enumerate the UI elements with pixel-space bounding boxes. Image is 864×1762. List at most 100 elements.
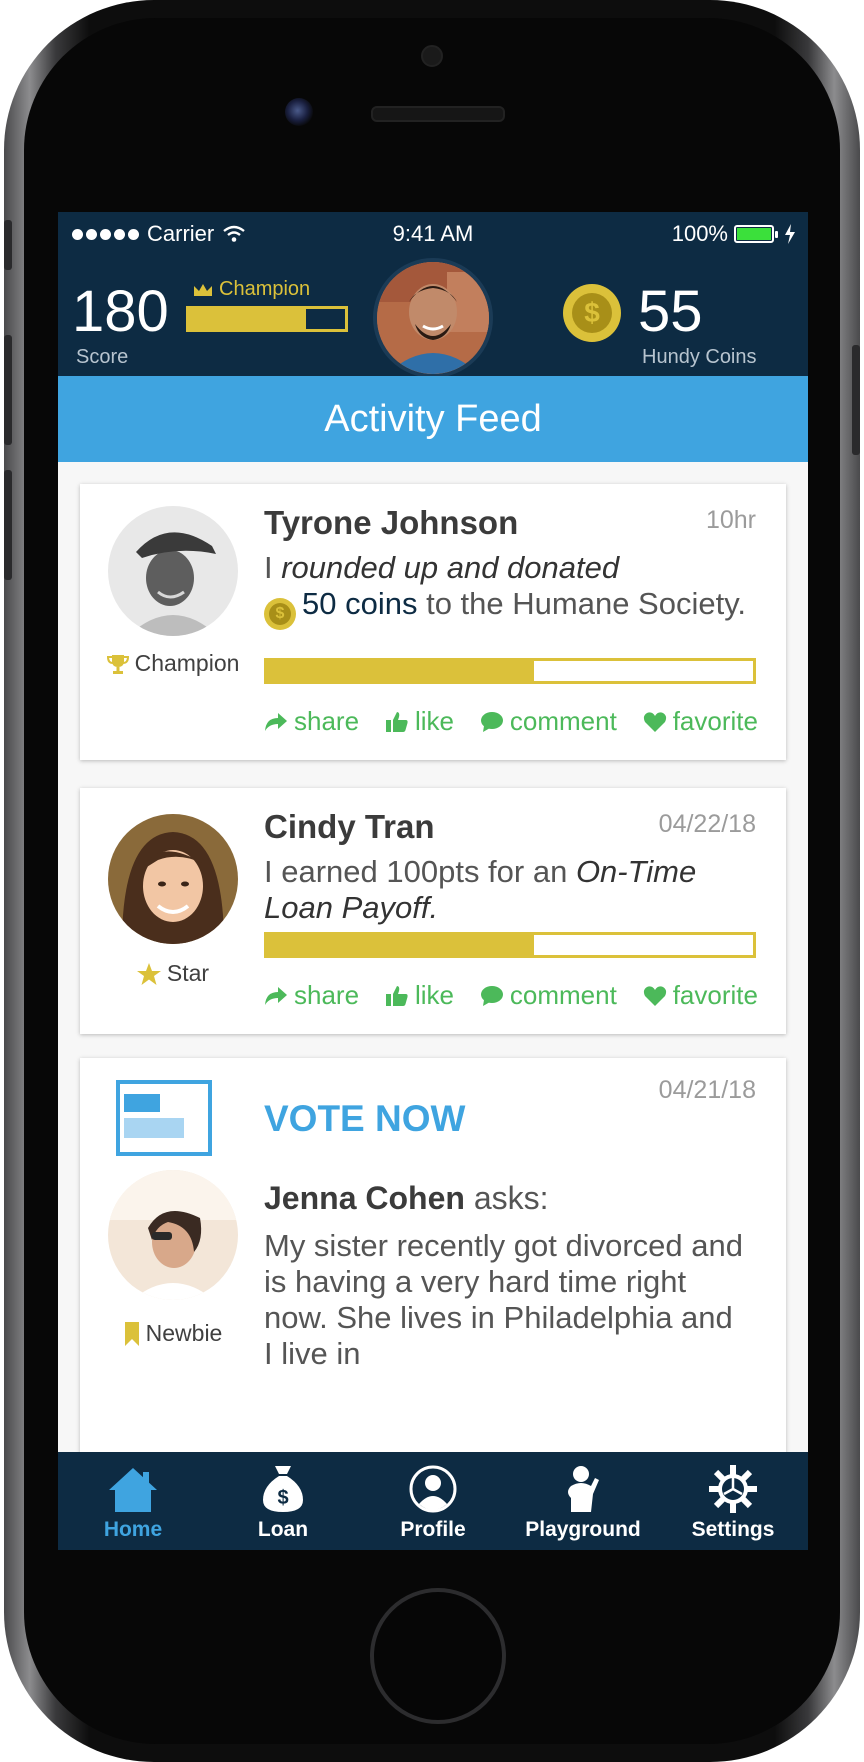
feed-card[interactable]: Star Cindy Tran 04/22/18 I earned 100pts…: [80, 788, 786, 1034]
share-label: share: [294, 706, 360, 736]
feed-avatar-image: [108, 1170, 238, 1300]
battery-percent: 100%: [671, 221, 728, 246]
message-coins: 50 coins: [302, 586, 418, 621]
comment-button[interactable]: comment: [480, 980, 617, 1011]
feed-avatar-image: [108, 814, 238, 944]
badge-label: Star: [166, 960, 210, 986]
user-avatar-image: [377, 262, 489, 374]
home-hardware-button[interactable]: [370, 1588, 506, 1724]
status-bar: Carrier 9:41 AM 100%: [58, 212, 808, 256]
heart-icon: [643, 985, 666, 1006]
thumbs-up-icon: [385, 985, 408, 1006]
rank-progress-fill: [189, 309, 306, 329]
crown-icon: [194, 283, 212, 296]
user-rank-badge: Newbie: [80, 1320, 266, 1347]
score-label: Score: [76, 346, 129, 368]
feed-timestamp: 04/21/18: [658, 1076, 756, 1104]
profile-icon: [409, 1465, 457, 1513]
gear-icon: [709, 1465, 757, 1513]
comment-icon: [480, 985, 503, 1006]
feed-user-name[interactable]: Cindy Tran: [264, 808, 435, 846]
feed-user-name[interactable]: Tyrone Johnson: [264, 504, 518, 542]
tab-settings[interactable]: Settings: [658, 1452, 808, 1550]
coin-icon: $: [264, 598, 296, 630]
charging-bolt-icon: [785, 224, 795, 244]
battery-icon: [734, 225, 778, 243]
mute-switch: [4, 220, 12, 270]
like-button[interactable]: like: [385, 980, 454, 1011]
page-title: Activity Feed: [58, 376, 808, 462]
message-emphasis: rounded up and donated: [281, 550, 620, 585]
volume-down-button: [4, 470, 12, 580]
vote-card[interactable]: VOTE NOW 04/21/18 Newbie Jenna Cohen ask…: [80, 1058, 786, 1462]
feed-actions: share like comment favorite: [264, 706, 758, 737]
poll-icon: [116, 1080, 212, 1156]
comment-label: comment: [509, 706, 617, 736]
share-icon: [265, 712, 287, 731]
share-button[interactable]: share: [264, 980, 359, 1011]
like-label: like: [414, 980, 454, 1010]
feed-card[interactable]: Champion Tyrone Johnson 10hr I rounded u…: [80, 484, 786, 760]
score-value: 180: [72, 279, 169, 344]
tab-label: Playground: [525, 1518, 641, 1541]
feed-avatar[interactable]: [108, 814, 238, 944]
tab-bar: Home $ Loan Profile Playground Settings: [58, 1452, 808, 1550]
message-text: I: [264, 550, 282, 585]
share-label: share: [294, 980, 360, 1010]
badge-label: Newbie: [145, 1320, 223, 1346]
feed-timestamp: 04/22/18: [658, 810, 756, 838]
message-text: I earned 100pts for an: [264, 854, 576, 889]
trophy-icon: [106, 654, 129, 674]
share-icon: [265, 986, 287, 1005]
badge-label: Champion: [134, 650, 240, 676]
rank-label: Champion: [193, 278, 310, 301]
home-icon: [109, 1468, 157, 1512]
user-rank-badge: Star: [80, 960, 266, 987]
coins-label: Hundy Coins: [642, 346, 757, 368]
feed-timestamp: 10hr: [705, 506, 756, 534]
vote-now-title[interactable]: VOTE NOW: [264, 1098, 465, 1140]
tab-loan[interactable]: $ Loan: [208, 1452, 358, 1550]
feed-progress-bar: [264, 932, 756, 958]
front-camera: [285, 98, 313, 126]
rank-label-text: Champion: [219, 278, 311, 300]
share-button[interactable]: share: [264, 706, 359, 737]
tab-playground[interactable]: Playground: [508, 1452, 658, 1550]
favorite-label: favorite: [672, 980, 758, 1010]
feed-message: I earned 100pts for an On-Time Loan Payo…: [264, 854, 754, 926]
tab-profile[interactable]: Profile: [358, 1452, 508, 1550]
coins-value: 55: [638, 279, 703, 344]
tab-home[interactable]: Home: [58, 1452, 208, 1550]
feed-avatar[interactable]: [108, 506, 238, 636]
tab-label: Profile: [400, 1518, 466, 1541]
front-sensor: [421, 45, 443, 67]
feed-actions: share like comment favorite: [264, 980, 758, 1011]
favorite-label: favorite: [672, 706, 758, 736]
coin-icon: $: [563, 284, 621, 342]
favorite-button[interactable]: favorite: [643, 980, 758, 1011]
thumbs-up-icon: [385, 711, 408, 732]
feed-progress-fill: [267, 935, 535, 955]
feed-avatar[interactable]: [108, 1170, 238, 1300]
feed-avatar-image: [108, 506, 238, 636]
activity-feed[interactable]: Champion Tyrone Johnson 10hr I rounded u…: [58, 462, 808, 1462]
favorite-button[interactable]: favorite: [643, 706, 758, 737]
feed-message: I rounded up and donated $50 coins to th…: [264, 550, 754, 630]
like-label: like: [414, 706, 454, 736]
feed-progress-fill: [267, 661, 535, 681]
like-button[interactable]: like: [385, 706, 454, 737]
comment-button[interactable]: comment: [480, 706, 617, 737]
app-screen: Carrier 9:41 AM 100% 180 Score Champion: [58, 212, 808, 1550]
tab-label: Loan: [257, 1518, 309, 1541]
svg-text:$: $: [277, 1487, 288, 1509]
bookmark-icon: [124, 1321, 139, 1346]
score-header: 180 Score Champion $ 55 Hundy Coins: [58, 256, 808, 378]
user-rank-badge: Champion: [80, 650, 266, 677]
user-avatar[interactable]: [373, 258, 493, 378]
rank-progress-bar: [186, 306, 348, 332]
feed-user-name[interactable]: Jenna Cohen: [264, 1180, 465, 1216]
comment-icon: [480, 711, 503, 732]
asker-line: Jenna Cohen asks:: [264, 1180, 549, 1217]
vote-question: My sister recently got divorced and is h…: [264, 1228, 743, 1371]
earpiece-speaker: [371, 106, 505, 122]
